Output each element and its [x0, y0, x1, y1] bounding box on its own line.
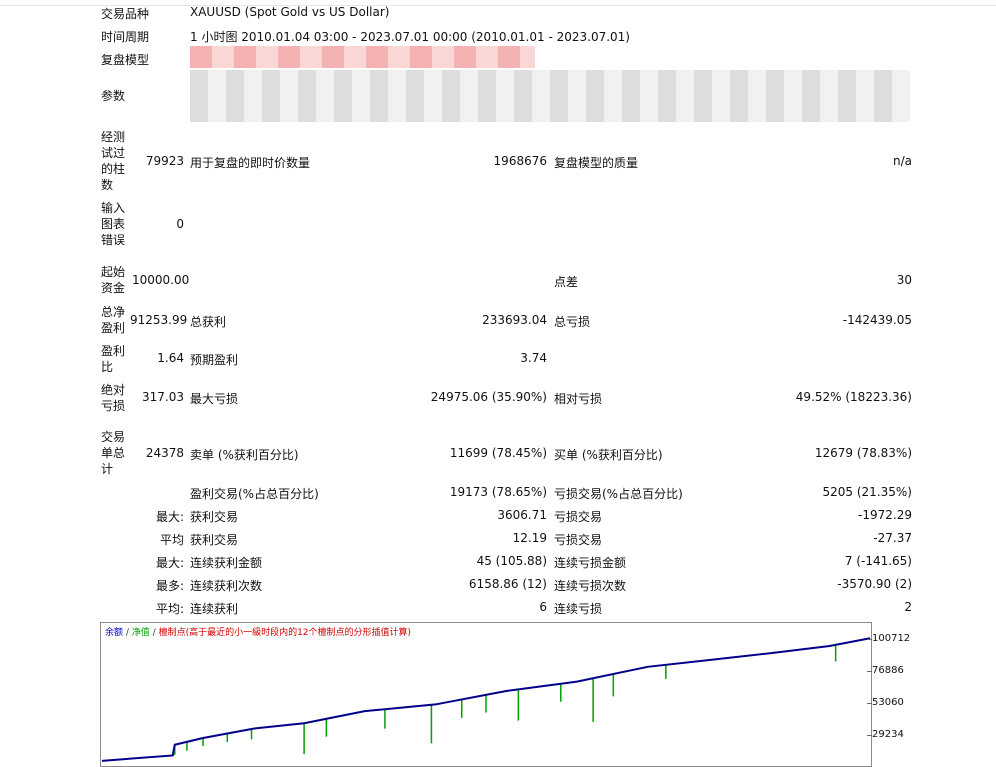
avg-cons-wins-label: 连续获利	[190, 602, 239, 616]
max-drawdown-value: 24975.06 (35.90%)	[430, 390, 547, 404]
long-positions-value: 12679 (78.83%)	[814, 446, 912, 460]
legend-equity: 净值	[131, 628, 150, 638]
largest-loss-label: 亏损交易	[554, 510, 603, 524]
quality-label: 复盘模型的质量	[554, 156, 639, 170]
errors-value: 0	[176, 217, 184, 231]
legend-balance: 余额	[105, 628, 124, 638]
profit-factor-label: 盈利比	[101, 344, 126, 374]
loss-trades-label: 亏损交易(%占总百分比)	[554, 487, 683, 501]
gross-loss-label: 总亏损	[554, 315, 591, 329]
symbol-label: 交易品种	[101, 7, 150, 21]
y-tick-label: 100712	[872, 633, 911, 644]
maximal-loss-value: -3570.90 (2)	[837, 577, 912, 591]
top-divider	[0, 5, 996, 6]
max-cons-wins-label: 连续获利金额	[190, 556, 263, 570]
short-positions-value: 11699 (78.45%)	[449, 446, 547, 460]
params-value-redacted	[190, 70, 910, 122]
rel-drawdown-value: 49.52% (18223.36)	[795, 390, 912, 404]
max-consecutive-label: 最大:	[155, 556, 184, 570]
balance-chart-svg	[101, 637, 871, 762]
max-cons-losses-label: 连续亏损金额	[554, 556, 627, 570]
total-trades-value: 24378	[145, 446, 184, 460]
bars-label: 经测试过的柱数	[101, 130, 126, 192]
gross-profit-label: 总获利	[190, 315, 227, 329]
legend-separator-2: /	[149, 628, 159, 638]
params-label: 参数	[101, 89, 126, 103]
expected-payoff-label: 预期盈利	[190, 353, 239, 367]
y-tick-label: 76886	[872, 665, 904, 676]
avg-consecutive-label: 平均:	[155, 602, 184, 616]
short-positions-label: 卖单 (%获利百分比)	[190, 448, 299, 462]
expected-payoff-value: 3.74	[520, 351, 547, 365]
y-tick-label: 29234	[872, 729, 904, 740]
net-profit-value: 91253.99	[130, 313, 188, 327]
avg-cons-losses-value: 2	[904, 600, 912, 614]
largest-label: 最大:	[155, 510, 184, 524]
largest-profit-value: 3606.71	[497, 508, 547, 522]
maximal-profit-value: 6158.86 (12)	[468, 577, 547, 591]
deposit-value: 10000.00	[132, 273, 190, 287]
maximal-profit-label: 连续获利次数	[190, 579, 263, 593]
loss-trades-value: 5205 (21.35%)	[822, 485, 912, 499]
spread-value: 30	[896, 273, 912, 287]
abs-drawdown-label: 绝对亏损	[101, 383, 126, 413]
max-cons-losses-value: 7 (-141.65)	[844, 554, 912, 568]
legend-separator-1: /	[123, 628, 132, 638]
y-tick-label: 53060	[872, 697, 904, 708]
gross-loss-value: -142439.05	[842, 313, 912, 327]
profit-factor-value: 1.64	[157, 351, 184, 365]
model-value-redacted	[190, 46, 535, 68]
avg-loss-value: -27.37	[873, 531, 912, 545]
avg-profit-label: 获利交易	[190, 533, 239, 547]
average-label: 平均	[159, 533, 184, 547]
total-trades-label: 交易单总计	[101, 430, 126, 476]
maximal-consecutive-label: 最多:	[155, 579, 184, 593]
largest-profit-label: 获利交易	[190, 510, 239, 524]
deposit-label: 起始资金	[101, 265, 126, 295]
avg-cons-wins-value: 6	[539, 600, 547, 614]
period-label: 时间周期	[101, 30, 150, 44]
spread-label: 点差	[554, 275, 579, 289]
ticks-value: 1968676	[493, 154, 547, 168]
abs-drawdown-value: 317.03	[142, 390, 184, 404]
balance-chart: 余额 / 净值 / 檀制点(高于最近的小一級时段内的12个檀制点的分形插值计算)	[100, 622, 872, 767]
maximal-loss-label: 连续亏损次数	[554, 579, 627, 593]
long-positions-label: 买单 (%获利百分比)	[554, 448, 663, 462]
avg-profit-value: 12.19	[512, 531, 547, 545]
avg-cons-losses-label: 连续亏损	[554, 602, 603, 616]
symbol-value: XAUUSD (Spot Gold vs US Dollar)	[190, 5, 390, 19]
max-drawdown-label: 最大亏损	[190, 392, 239, 406]
profit-trades-label: 盈利交易(%占总百分比)	[190, 487, 319, 501]
legend-note: 檀制点(高于最近的小一級时段内的12个檀制点的分形插值计算)	[158, 628, 412, 638]
largest-loss-value: -1972.29	[858, 508, 912, 522]
max-cons-wins-value: 45 (105.88)	[476, 554, 547, 568]
rel-drawdown-label: 相对亏损	[554, 392, 603, 406]
gross-profit-value: 233693.04	[482, 313, 547, 327]
avg-loss-label: 亏损交易	[554, 533, 603, 547]
net-profit-label: 总净盈利	[101, 305, 126, 335]
model-label: 复盘模型	[101, 53, 150, 67]
period-value: 1 小时图 2010.01.04 03:00 - 2023.07.01 00:0…	[190, 30, 630, 44]
quality-value: n/a	[892, 154, 912, 168]
ticks-label: 用于复盘的即时价数量	[190, 156, 311, 170]
bars-value: 79923	[145, 154, 184, 168]
profit-trades-value: 19173 (78.65%)	[449, 485, 547, 499]
chart-legend: 余额 / 净值 / 檀制点(高于最近的小一級时段内的12个檀制点的分形插值计算)	[105, 625, 411, 638]
errors-label: 输入图表错误	[101, 201, 126, 247]
